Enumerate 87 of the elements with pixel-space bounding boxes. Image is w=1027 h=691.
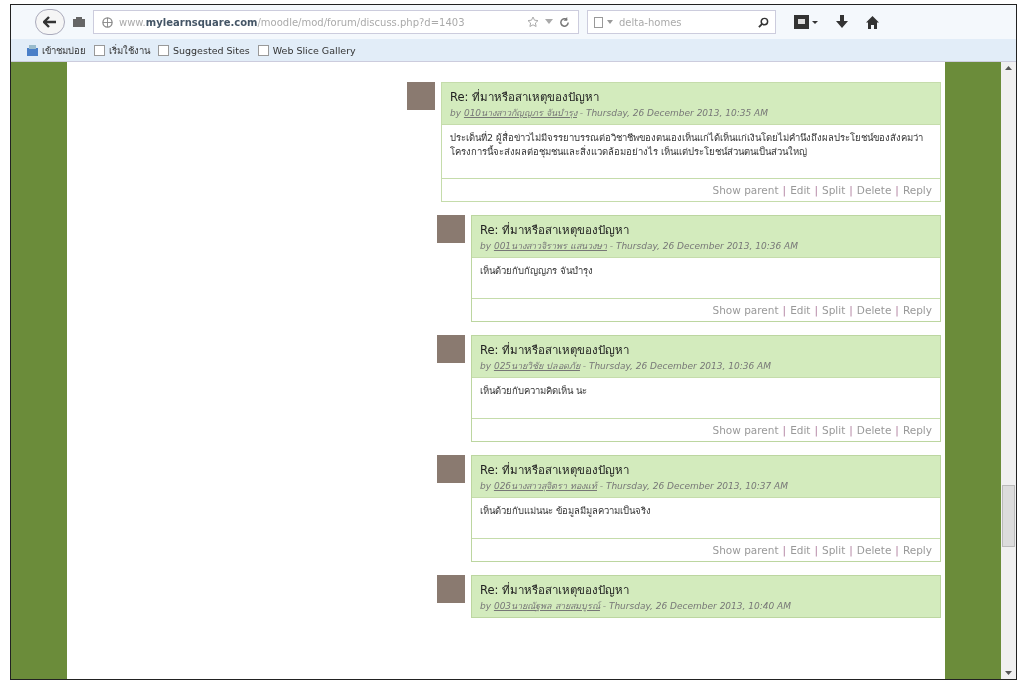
post-action-link[interactable]: Delete	[856, 423, 892, 436]
post-subject: Re: ที่มาหรือสาเหตุของปัญหา	[480, 221, 631, 239]
post-subject: Re: ที่มาหรือสาเหตุของปัญหา	[480, 341, 631, 359]
avatar-placeholder	[437, 574, 465, 603]
post-action-link[interactable]: Delete	[856, 543, 892, 556]
bookmark-item[interactable]: Web Slice Gallery	[257, 44, 356, 56]
toolbar-menu-icon[interactable]	[794, 15, 818, 29]
bookmark-item[interactable]: Suggested Sites	[158, 44, 250, 56]
separator: |	[782, 423, 787, 436]
separator: |	[895, 183, 899, 196]
reload-icon[interactable]	[559, 16, 570, 28]
post-action-link[interactable]: Show parent	[712, 543, 779, 556]
separator: |	[895, 303, 899, 316]
post-subject: Re: ที่มาหรือสาเหตุของปัญหา	[480, 581, 631, 599]
author-link[interactable]: 010นางสาวกัญญภร จันบำรุง	[463, 108, 577, 118]
author-link[interactable]: 001นางสาวจิราพร แสนวงษา	[493, 240, 607, 251]
post-action-link[interactable]: Reply	[902, 543, 932, 556]
post-action-link[interactable]: Show parent	[712, 423, 779, 436]
post-action-link[interactable]: Edit	[790, 183, 811, 196]
scroll-up-icon[interactable]	[1005, 66, 1012, 70]
post-action-link[interactable]: Split	[822, 183, 846, 196]
separator: |	[849, 423, 853, 436]
home-icon[interactable]	[866, 15, 879, 29]
separator: |	[814, 303, 818, 316]
separator: |	[782, 543, 787, 556]
post-action-link[interactable]: Split	[822, 543, 846, 556]
post-body: ประเด็นที่2 ผู้สื่อข่าวไม่มีจรรยาบรรณต่อวิชาชีพของตนเองเห็นแก่ได้เห็นแก่เงินโดยไม่คำนึงถึงผลประโยชน์ของสังคมว่าโครงการนี้จะส่งผลต่อชุมชนและสิ่งแวดล้อมอย่างไร เห็นแต่ประโยชน์ส่วนตนเป็นส่วนใหญ่	[442, 124, 940, 178]
avatar-placeholder	[437, 454, 465, 483]
search-field[interactable]: delta-homes	[587, 10, 776, 34]
page-icon	[94, 44, 105, 56]
post-meta: by 010นางสาวกัญญภร จันบำรุง - Thursday, 26 December 2013, 10:35 AM	[450, 107, 769, 120]
separator: |	[849, 183, 853, 196]
search-icon[interactable]	[758, 16, 769, 28]
avatar-placeholder	[437, 214, 465, 243]
author-link[interactable]: 025นายวิชัย ปลอดภัย	[493, 360, 580, 371]
library-icon[interactable]	[73, 17, 85, 27]
separator: |	[782, 303, 787, 316]
post-action-link[interactable]: Edit	[790, 543, 811, 556]
back-arrow-icon	[43, 16, 57, 28]
post-action-link[interactable]: Reply	[902, 423, 932, 436]
post-meta: by 001นางสาวจิราพร แสนวงษา - Thursday, 26 December 2013, 10:36 AM	[480, 239, 799, 253]
post-action-link[interactable]: Show parent	[712, 303, 779, 316]
post-body: เห็นด้วยกับกัญญภร จันบำรุง	[472, 256, 940, 298]
post-action-link[interactable]: Delete	[856, 303, 892, 316]
separator: |	[814, 183, 818, 196]
bookmark-item[interactable]: เริ่มใช้งาน	[94, 42, 150, 58]
post-action-link[interactable]: Reply	[902, 183, 932, 196]
separator: |	[895, 423, 899, 436]
post-body: เห็นด้วยกับความคิดเห็น นะ	[472, 376, 940, 418]
page-icon	[594, 16, 603, 28]
post-action-link[interactable]: Split	[822, 423, 846, 436]
avatar-placeholder	[437, 334, 465, 363]
post-subject: Re: ที่มาหรือสาเหตุของปัญหา	[450, 88, 601, 106]
globe-icon	[102, 16, 113, 28]
post-meta: by 026นางสาวสุจิตรา ทองแท้ - Thursday, 26 December 2013, 10:37 AM	[480, 479, 789, 493]
page-icon	[257, 44, 269, 56]
post-action-link[interactable]: Delete	[856, 183, 892, 196]
post-meta: by 025นายวิชัย ปลอดภัย - Thursday, 26 December 2013, 10:36 AM	[480, 359, 772, 373]
avatar-placeholder	[407, 82, 435, 110]
post-action-link[interactable]: Edit	[790, 423, 811, 436]
address-bar[interactable]: www.mylearnsquare.com/moodle/mod/forum/discuss.php?d=1403	[93, 10, 579, 34]
scrollbar-thumb[interactable]	[1002, 484, 1015, 547]
separator: |	[849, 303, 853, 316]
separator: |	[849, 543, 853, 556]
author-link[interactable]: 026นางสาวสุจิตรา ทองแท้	[493, 480, 597, 491]
post-meta: by 003นายณัฐพล สายสมบูรณ์ - Thursday, 26 December 2013, 10:40 AM	[480, 599, 792, 613]
post-body: เห็นด้วยกับแม่นนะ ข้อมูลมีมูลความเป็นจริง	[472, 496, 940, 538]
separator: |	[814, 423, 818, 436]
scroll-down-icon[interactable]	[1005, 671, 1012, 675]
author-link[interactable]: 003นายณัฐพล สายสมบูรณ์	[493, 600, 600, 611]
folder-icon	[27, 44, 38, 56]
page-icon	[158, 44, 169, 56]
post-action-link[interactable]: Split	[822, 303, 846, 316]
separator: |	[895, 543, 899, 556]
post-action-link[interactable]: Show parent	[712, 183, 779, 196]
post-subject: Re: ที่มาหรือสาเหตุของปัญหา	[480, 461, 631, 479]
star-icon[interactable]	[527, 16, 539, 28]
post-action-link[interactable]: Reply	[902, 303, 932, 316]
separator: |	[782, 183, 787, 196]
post-action-link[interactable]: Edit	[790, 303, 811, 316]
separator: |	[814, 543, 818, 556]
dropdown-icon[interactable]	[607, 20, 613, 24]
url-text: www.mylearnsquare.com/moodle/mod/forum/discuss.php?d=1403	[119, 16, 465, 28]
scrollbar[interactable]	[1001, 62, 1016, 679]
bookmark-item[interactable]: เข้าชมบ่อย	[27, 42, 86, 58]
back-button[interactable]	[35, 9, 65, 35]
download-icon[interactable]	[836, 15, 848, 29]
